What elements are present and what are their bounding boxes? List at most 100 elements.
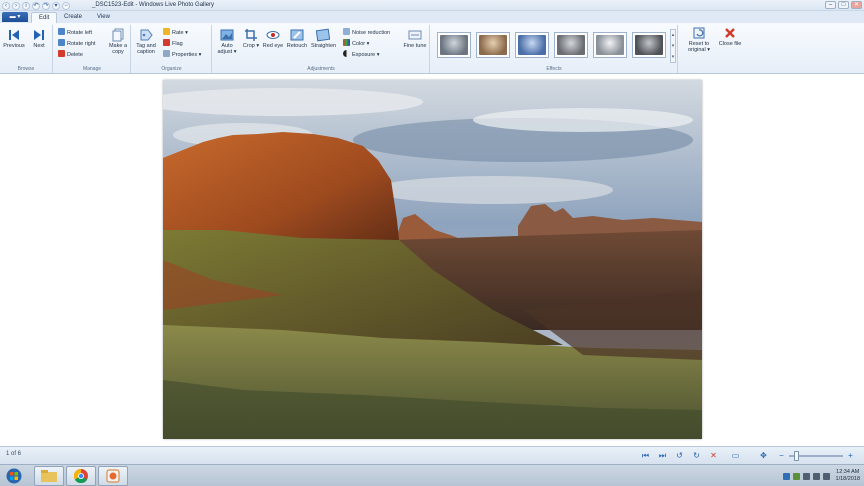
title-bar: ‹ › i ↶ ↷ ▾ − _DSC1523-Edit - Windows Li…: [0, 0, 864, 11]
auto-adjust-button[interactable]: Auto adjust ▾: [215, 28, 239, 55]
tab-view[interactable]: View: [90, 12, 117, 23]
auto-adjust-icon: [220, 29, 234, 41]
color-button[interactable]: Color ▾: [343, 39, 369, 48]
redo-icon[interactable]: ↷: [42, 1, 50, 10]
effect-thumbnail[interactable]: [593, 32, 627, 58]
rotate-right-status-icon[interactable]: ↻: [691, 450, 702, 461]
auto-adjust-label: Auto adjust: [217, 43, 233, 55]
exposure-button[interactable]: Exposure ▾: [343, 50, 380, 59]
flag-button[interactable]: Flag: [163, 39, 183, 48]
network-icon[interactable]: [802, 472, 810, 480]
red-eye-button[interactable]: Red eye: [261, 28, 285, 49]
close-window-button[interactable]: ✕: [851, 1, 862, 9]
retouch-icon: [290, 29, 304, 41]
close-file-label: Close file: [718, 41, 742, 47]
noise-reduction-icon: [343, 28, 350, 35]
zoom-out-icon[interactable]: −: [776, 450, 787, 461]
remove-icon[interactable]: −: [62, 1, 70, 10]
taskbar-photo-gallery[interactable]: [98, 466, 128, 486]
noise-reduction-button[interactable]: Noise reduction: [343, 28, 390, 37]
battery-icon[interactable]: [822, 472, 830, 480]
taskbar: 12:34 AM 1/18/2018: [0, 464, 864, 486]
next-photo-icon[interactable]: ⏭: [657, 450, 668, 461]
file-menu-button[interactable]: ▬ ▾: [2, 12, 28, 22]
straighten-icon: [316, 28, 330, 42]
rate-button[interactable]: Rate ▾: [163, 28, 188, 37]
group-effects: ▴ ▾ ▾ Effects: [431, 25, 678, 73]
color-icon: [343, 39, 350, 46]
flag-tray-icon[interactable]: [792, 472, 800, 480]
rotate-right-button[interactable]: Rotate right: [58, 39, 95, 48]
effect-thumbnail[interactable]: [632, 32, 666, 58]
undo-icon[interactable]: ↶: [32, 1, 40, 10]
taskbar-explorer[interactable]: [34, 466, 64, 486]
previous-photo-icon[interactable]: ⏮: [640, 450, 651, 461]
info-icon[interactable]: i: [22, 1, 30, 10]
tab-create[interactable]: Create: [57, 12, 89, 23]
rotate-left-icon: [58, 28, 65, 35]
photo-preview[interactable]: [163, 80, 702, 439]
group-organize: Tag and caption Rate ▾ Flag Properties ▾…: [132, 25, 212, 73]
crop-button[interactable]: Crop ▾: [239, 28, 263, 49]
start-button[interactable]: [2, 466, 26, 486]
clock-date: 1/18/2018: [835, 476, 860, 482]
actual-size-icon[interactable]: ✥: [758, 450, 769, 461]
customize-toolbar-icon[interactable]: ▾: [52, 1, 60, 10]
zoom-in-icon[interactable]: +: [845, 450, 856, 461]
window-controls: – □ ✕: [825, 1, 862, 9]
photo-gallery-icon: [106, 469, 120, 483]
landscape-photo: [163, 80, 702, 439]
effect-thumbnail[interactable]: [515, 32, 549, 58]
volume-icon[interactable]: [812, 472, 820, 480]
photo-canvas[interactable]: [0, 74, 864, 446]
retouch-label: Retouch: [286, 43, 308, 49]
straighten-label: Straighten: [311, 43, 337, 49]
slideshow-icon[interactable]: ▭: [730, 450, 741, 461]
rotate-left-status-icon[interactable]: ↺: [674, 450, 685, 461]
effect-thumbnail[interactable]: [554, 32, 588, 58]
effect-thumbnail[interactable]: [437, 32, 471, 58]
effect-thumbnail[interactable]: [476, 32, 510, 58]
effects-scroll-buttons[interactable]: ▴ ▾ ▾: [670, 29, 676, 63]
delete-icon: [58, 50, 65, 57]
forward-icon[interactable]: ›: [12, 1, 20, 10]
effect-swatch: [557, 35, 585, 55]
rotate-right-label: Rotate right: [67, 41, 96, 47]
copy-icon: [112, 28, 124, 42]
retouch-button[interactable]: Retouch: [285, 28, 309, 49]
tab-edit[interactable]: Edit: [31, 12, 58, 23]
properties-icon: [163, 50, 170, 57]
close-file-button[interactable]: Close file: [718, 26, 742, 47]
previous-button[interactable]: Previous: [2, 28, 26, 49]
tag-caption-button[interactable]: Tag and caption: [134, 28, 158, 55]
effect-swatch: [596, 35, 624, 55]
make-copy-button[interactable]: Make a copy: [106, 28, 130, 55]
rotate-right-icon: [58, 39, 65, 46]
next-button[interactable]: Next: [27, 28, 51, 49]
back-icon[interactable]: ‹: [2, 1, 10, 10]
group-manage: Rotate left Rotate right Delete Make a c…: [54, 25, 131, 73]
fine-tune-button[interactable]: Fine tune: [403, 28, 427, 49]
reset-original-button[interactable]: Reset to original ▾: [682, 26, 716, 53]
maximize-button[interactable]: □: [838, 1, 849, 9]
minimize-button[interactable]: –: [825, 1, 836, 9]
properties-button[interactable]: Properties ▾: [163, 50, 201, 59]
windows-logo-icon: [6, 468, 22, 484]
color-label: Color: [352, 41, 366, 47]
window-title: _DSC1523-Edit - Windows Live Photo Galle…: [92, 2, 215, 8]
delete-button[interactable]: Delete: [58, 50, 83, 59]
notification-icon[interactable]: [782, 472, 790, 480]
tag-caption-label: Tag and caption: [136, 43, 156, 55]
zoom-slider-thumb[interactable]: [793, 451, 799, 461]
taskbar-clock[interactable]: 12:34 AM 1/18/2018: [836, 469, 860, 483]
flag-label: Flag: [172, 41, 183, 47]
taskbar-chrome[interactable]: [66, 466, 96, 486]
group-browse: Previous Next Browse: [0, 25, 53, 73]
straighten-button[interactable]: Straighten: [311, 28, 337, 49]
delete-status-icon[interactable]: ✕: [708, 450, 719, 461]
red-eye-icon: [266, 31, 280, 39]
delete-label: Delete: [67, 52, 83, 58]
fine-tune-label: Fine tune: [403, 43, 427, 49]
group-label-effects: Effects: [546, 66, 562, 72]
rotate-left-button[interactable]: Rotate left: [58, 28, 92, 37]
